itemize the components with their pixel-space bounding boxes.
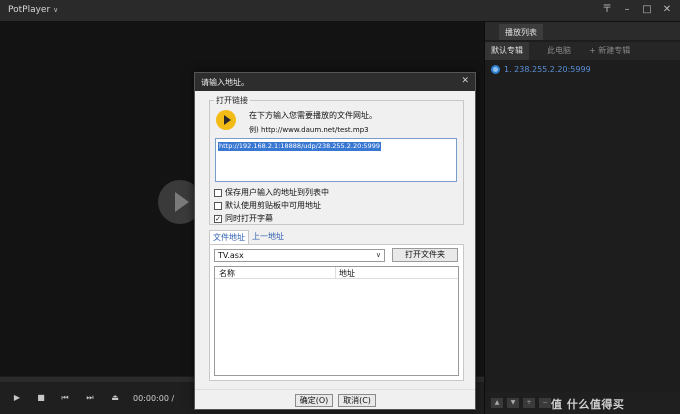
checkbox-label: 默认使用剪贴板中可用地址 <box>225 201 321 210</box>
dialog-title-bar: 请输入地址。 ✕ <box>195 73 475 91</box>
playlist-item-label: 1. 238.255.2.20:5999 <box>504 65 591 74</box>
checkbox-open-subtitles[interactable]: ✓ 同时打开字幕 <box>214 213 273 224</box>
maximize-icon[interactable]: □ <box>640 3 654 17</box>
minimize-icon[interactable]: – <box>620 3 634 17</box>
hint-text: 在下方输入您需要播放的文件网址。 <box>249 111 377 120</box>
remove-icon[interactable]: − <box>539 398 551 408</box>
eject-icon[interactable]: ⏏ <box>108 392 122 404</box>
app-title: PotPlayer <box>8 5 51 15</box>
dialog-close-icon[interactable]: ✕ <box>461 76 469 86</box>
tab-panel: TV.asx ∨ 打开文件夹 名称 地址 <box>209 244 464 381</box>
tab-new-album[interactable]: + 新建专辑 <box>583 42 636 60</box>
stop-icon[interactable]: ■ <box>34 392 48 404</box>
cancel-button[interactable]: 取消(C) <box>338 394 376 407</box>
watermark: 值 什么值得买 <box>551 398 625 411</box>
ok-button[interactable]: 确定(O) <box>295 394 333 407</box>
playlist-item[interactable]: 1. 238.255.2.20:5999 <box>491 65 591 74</box>
address-list[interactable]: 名称 地址 <box>214 266 459 376</box>
tab-default-album[interactable]: 默认专辑 <box>485 42 529 60</box>
tab-previous-address[interactable]: 上一地址 <box>249 230 287 244</box>
checkbox-label: 同时打开字幕 <box>225 214 273 223</box>
dialog-tabs: 文件地址 上一地址 <box>209 230 287 244</box>
play-icon <box>216 110 236 130</box>
column-name[interactable]: 名称 <box>219 268 235 279</box>
window-controls: 〒 – □ ✕ <box>600 3 674 17</box>
url-input-value: http://192.168.2.1:18888/udp/238.255.2.2… <box>218 142 381 151</box>
column-separator[interactable] <box>335 267 336 279</box>
playlist-title-tab[interactable]: 播放列表 <box>499 24 543 40</box>
time-display: 00:00:00 / <box>133 394 175 403</box>
next-icon[interactable]: ⏭ <box>83 392 97 404</box>
chevron-down-icon[interactable]: ∨ <box>376 250 381 261</box>
add-icon[interactable]: + <box>523 398 535 408</box>
column-address[interactable]: 地址 <box>339 268 355 279</box>
checkbox-use-clipboard[interactable]: 默认使用剪贴板中可用地址 <box>214 200 321 211</box>
playlist-footer: ▲ ▼ + − 值 什么值得买 <box>485 392 680 414</box>
tab-this-pc[interactable]: 此电脑 <box>541 42 577 60</box>
example-text: 例) http://www.daum.net/test.mp3 <box>249 126 369 134</box>
checkbox-icon[interactable] <box>214 201 222 210</box>
play-icon[interactable]: ▶ <box>10 392 24 404</box>
chevron-down-icon: ∨ <box>53 6 59 14</box>
move-up-icon[interactable]: ▲ <box>491 398 503 408</box>
pin-icon[interactable]: 〒 <box>600 3 614 17</box>
list-header: 名称 地址 <box>215 267 458 279</box>
open-url-dialog: 请输入地址。 ✕ 打开链接 在下方输入您需要播放的文件网址。 例) http:/… <box>194 72 476 410</box>
playlist-header: 播放列表 <box>485 22 680 40</box>
open-link-group: 打开链接 在下方输入您需要播放的文件网址。 例) http://www.daum… <box>209 95 464 225</box>
app-menu-button[interactable]: PotPlayer ∨ <box>8 5 58 15</box>
dialog-title: 请输入地址。 <box>201 78 249 87</box>
open-link-group-label: 打开链接 <box>214 95 250 106</box>
checkbox-label: 保存用户输入的地址到列表中 <box>225 188 329 197</box>
previous-icon[interactable]: ⏮ <box>58 392 72 404</box>
move-down-icon[interactable]: ▼ <box>507 398 519 408</box>
open-folder-button[interactable]: 打开文件夹 <box>392 248 458 262</box>
title-bar: PotPlayer ∨ 〒 – □ ✕ <box>0 0 680 22</box>
tab-file-address[interactable]: 文件地址 <box>209 230 249 244</box>
ie-icon <box>491 65 500 74</box>
address-list-select[interactable]: TV.asx ∨ <box>214 249 385 262</box>
url-input[interactable]: http://192.168.2.1:18888/udp/238.255.2.2… <box>215 138 457 182</box>
playlist-panel: 播放列表 默认专辑 此电脑 + 新建专辑 1. 238.255.2.20:599… <box>484 22 680 414</box>
close-icon[interactable]: ✕ <box>660 3 674 17</box>
dialog-buttons: 确定(O) 取消(C) <box>195 389 475 409</box>
playlist-tabs: 默认专辑 此电脑 + 新建专辑 <box>485 42 680 60</box>
checkbox-save-to-list[interactable]: 保存用户输入的地址到列表中 <box>214 187 329 198</box>
checkmark-icon[interactable]: ✓ <box>214 214 222 223</box>
address-list-value: TV.asx <box>218 251 244 260</box>
checkbox-icon[interactable] <box>214 188 222 197</box>
